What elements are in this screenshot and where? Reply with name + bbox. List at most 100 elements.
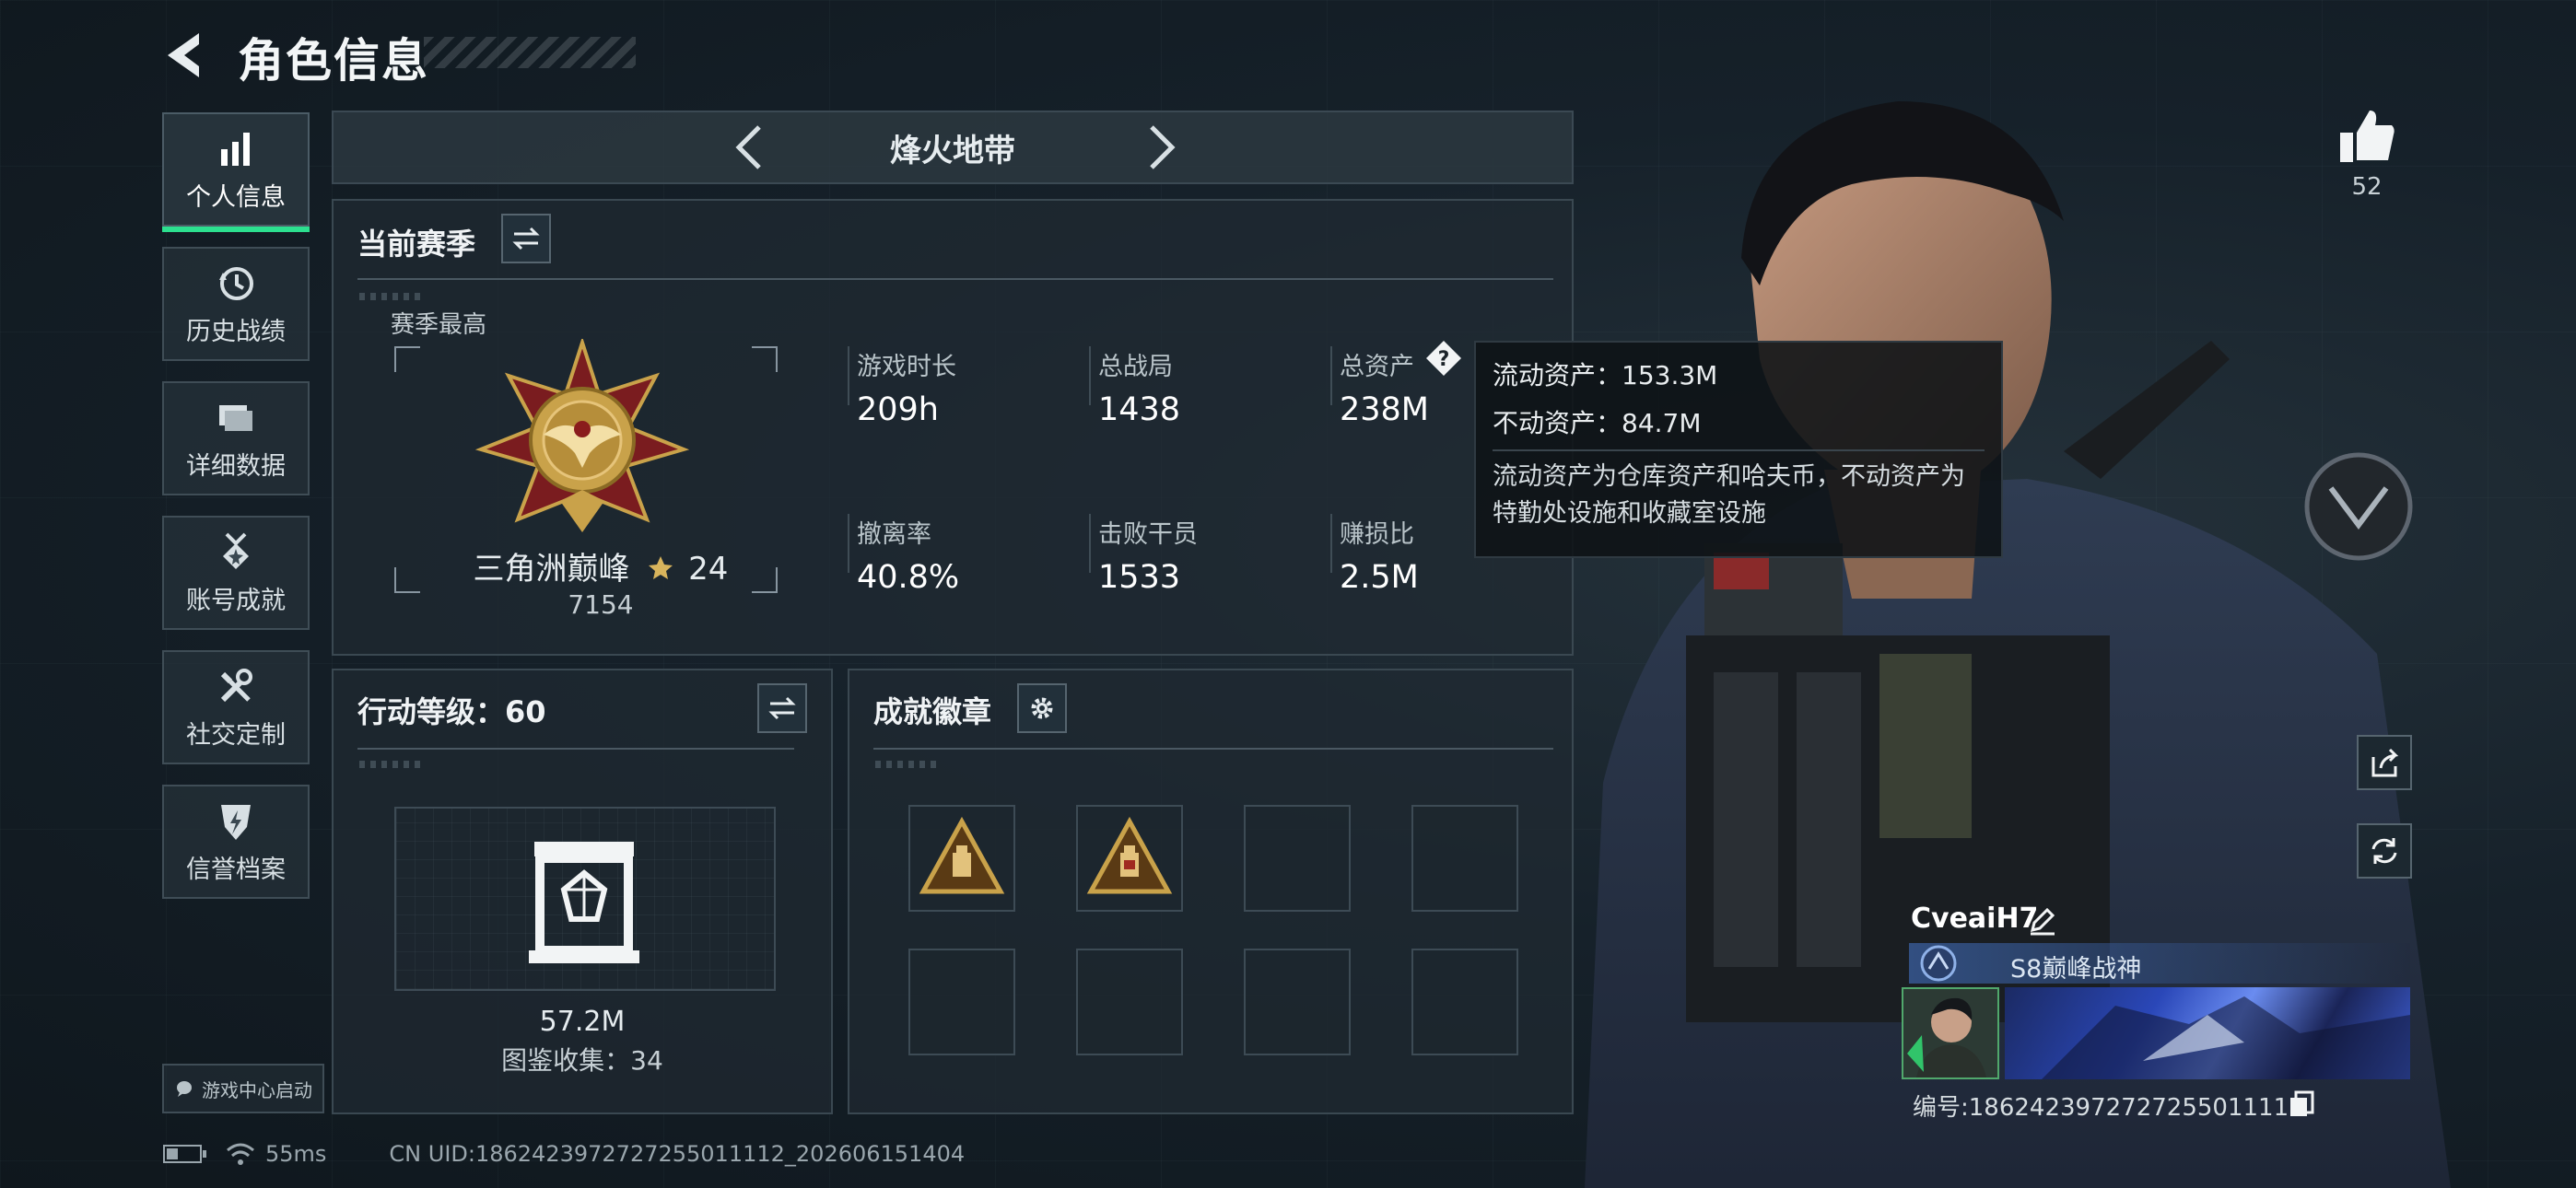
stat-separator bbox=[848, 346, 849, 405]
season-panel: 当前赛季 赛季最高 三角洲巅峰 24 7154 游戏时长 209h 总战局 14… bbox=[332, 199, 1574, 656]
stat-operators-defeated: 击败干员 1533 bbox=[1098, 514, 1198, 596]
collection-case-icon bbox=[529, 842, 639, 963]
medal-icon bbox=[223, 532, 249, 569]
help-icon[interactable]: ? bbox=[1424, 339, 1463, 378]
season-switch-button[interactable] bbox=[501, 214, 551, 263]
refresh-button[interactable] bbox=[2357, 823, 2412, 879]
user-uid: CN UID:1862423972727255011112_2026061514… bbox=[389, 1141, 966, 1167]
level-card bbox=[394, 807, 776, 991]
nav-label: 详细数据 bbox=[186, 451, 286, 481]
achievement-badge-icon bbox=[1086, 816, 1173, 894]
stat-label: 撤离率 bbox=[857, 520, 931, 549]
badge-slot[interactable] bbox=[1076, 949, 1183, 1055]
nav-item-social[interactable]: 社交定制 bbox=[162, 650, 310, 764]
stat-label: 击败干员 bbox=[1098, 520, 1198, 549]
history-clock-icon bbox=[219, 266, 253, 300]
badge-slot[interactable] bbox=[1244, 949, 1351, 1055]
stat-label: 总战局 bbox=[1098, 353, 1173, 381]
stat-separator bbox=[1330, 514, 1332, 573]
next-mode-arrow-icon[interactable] bbox=[1131, 120, 1187, 175]
rank-emblem-icon bbox=[474, 339, 690, 532]
divider bbox=[873, 748, 1553, 750]
achievements-title: 成就徽章 bbox=[873, 694, 992, 729]
assets-tooltip: 流动资产：153.3M 不动资产：84.7M 流动资产为仓库资产和哈夫币，不动资… bbox=[1474, 341, 2003, 558]
badge-slot[interactable] bbox=[1411, 949, 1518, 1055]
stat-label: 游戏时长 bbox=[857, 353, 956, 381]
rank-title: S8巅峰战神 bbox=[2010, 955, 2142, 984]
tooltip-fixed-assets: 不动资产：84.7M bbox=[1493, 408, 1702, 438]
star-icon bbox=[649, 556, 673, 579]
status-bar: 55ms CN UID:1862423972727255011112_20260… bbox=[162, 1138, 965, 1170]
edit-pencil-icon[interactable] bbox=[2027, 904, 2058, 936]
back-arrow-icon[interactable] bbox=[158, 28, 214, 83]
rank-insignia-icon bbox=[1920, 945, 1957, 982]
share-icon bbox=[2371, 748, 2399, 777]
stat-value: 209h bbox=[857, 391, 939, 428]
collection-count: 图鉴收集：34 bbox=[501, 1045, 663, 1076]
nav-item-detail-data[interactable]: 详细数据 bbox=[162, 381, 310, 495]
avatar[interactable] bbox=[1902, 987, 1999, 1079]
bracket-corner bbox=[752, 346, 778, 372]
tools-icon bbox=[220, 668, 252, 702]
battery-icon bbox=[163, 1145, 206, 1163]
tooltip-liquid-assets: 流动资产：153.3M bbox=[1493, 360, 1718, 390]
badge-slot[interactable] bbox=[1411, 805, 1518, 912]
rank-stars: 24 bbox=[688, 551, 729, 588]
mode-selector: 烽火地带 bbox=[332, 111, 1574, 184]
swap-icon bbox=[512, 227, 540, 250]
badge-slot[interactable] bbox=[1244, 805, 1351, 912]
bracket-corner bbox=[394, 346, 420, 372]
page-title: 角色信息 bbox=[238, 34, 429, 87]
nav-item-credit[interactable]: 信誉档案 bbox=[162, 785, 310, 899]
nav-label: 历史战绩 bbox=[186, 317, 286, 346]
decor-marks bbox=[359, 293, 424, 300]
nav-label: 个人信息 bbox=[186, 182, 286, 212]
achievements-panel: 成就徽章 bbox=[848, 669, 1574, 1114]
badge-slot[interactable] bbox=[908, 805, 1015, 912]
banner-art-icon bbox=[2042, 996, 2410, 1079]
thumbs-up-icon[interactable] bbox=[2333, 103, 2399, 169]
bar-chart-icon bbox=[221, 132, 250, 166]
svg-text:?: ? bbox=[1438, 348, 1450, 371]
stat-value: 1438 bbox=[1098, 391, 1181, 428]
game-center-button[interactable]: 游戏中心启动 bbox=[162, 1064, 324, 1113]
season-title: 当前赛季 bbox=[357, 227, 476, 262]
decor-marks bbox=[875, 761, 940, 768]
badge-slot[interactable] bbox=[908, 949, 1015, 1055]
active-indicator bbox=[162, 227, 310, 232]
stat-play-time: 游戏时长 209h bbox=[857, 346, 956, 428]
gear-icon bbox=[1031, 697, 1053, 719]
stat-extract-rate: 撤离率 40.8% bbox=[857, 514, 959, 596]
ping-value: 55ms bbox=[265, 1141, 327, 1167]
nav-label: 社交定制 bbox=[186, 720, 286, 750]
divider bbox=[357, 748, 794, 750]
action-level-switch-button[interactable] bbox=[757, 683, 807, 733]
nav-item-history[interactable]: 历史战绩 bbox=[162, 247, 310, 361]
share-button[interactable] bbox=[2357, 735, 2412, 790]
nav-item-achievements[interactable]: 账号成就 bbox=[162, 516, 310, 630]
swap-icon bbox=[768, 696, 796, 720]
divider bbox=[357, 278, 1553, 280]
action-level-title: 行动等级：60 bbox=[357, 694, 546, 729]
mode-title: 烽火地带 bbox=[890, 133, 1015, 169]
stat-value: 2.5M bbox=[1340, 559, 1419, 596]
rank-title-bar bbox=[1909, 943, 2410, 984]
copy-icon[interactable] bbox=[2289, 1090, 2314, 1118]
title-decoration bbox=[424, 37, 636, 68]
tooltip-description: 流动资产为仓库资产和哈夫币，不动资产为特勤处设施和收藏室设施 bbox=[1493, 462, 1965, 528]
divider bbox=[1493, 449, 1985, 451]
achievements-settings-button[interactable] bbox=[1017, 683, 1067, 733]
nav-item-personal-info[interactable]: 个人信息 bbox=[162, 112, 310, 232]
stat-value: 1533 bbox=[1098, 559, 1181, 596]
profile-banner bbox=[2005, 987, 2410, 1079]
shield-bolt-icon bbox=[221, 804, 251, 840]
badge-slot[interactable] bbox=[1076, 805, 1183, 912]
rank-score: 7154 bbox=[568, 589, 634, 620]
nav-label: 账号成就 bbox=[186, 586, 286, 615]
like-count: 52 bbox=[2351, 173, 2383, 201]
wifi-icon bbox=[227, 1143, 254, 1165]
stat-value: 40.8% bbox=[857, 559, 960, 596]
stat-separator bbox=[1330, 346, 1332, 405]
action-level-panel: 行动等级：60 57.2M 图鉴收集：34 bbox=[332, 669, 833, 1114]
stat-separator bbox=[1089, 346, 1091, 405]
